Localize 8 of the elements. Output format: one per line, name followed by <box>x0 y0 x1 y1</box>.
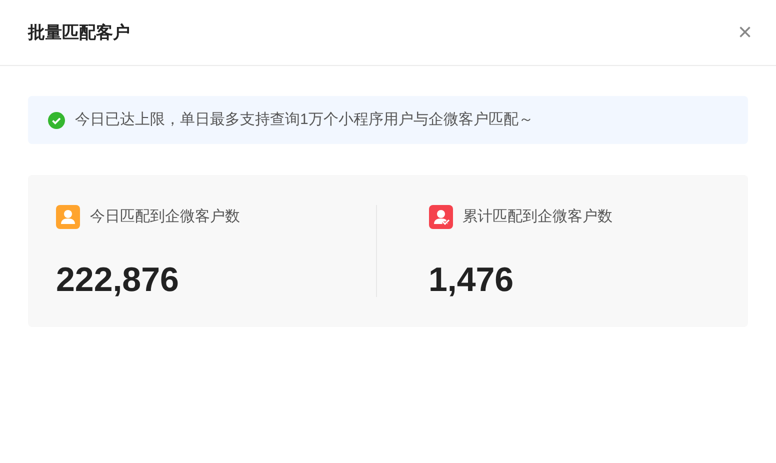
close-button[interactable]: × <box>738 20 752 44</box>
notice-text: 今日已达上限，单日最多支持查询1万个小程序用户与企微客户匹配～ <box>75 110 534 130</box>
stat-value: 222,876 <box>56 263 180 297</box>
stat-value: 1,476 <box>428 263 515 297</box>
dialog-title: 批量匹配客户 <box>28 22 130 44</box>
check-circle-icon <box>48 112 65 128</box>
stat-label: 今日匹配到企微客户数 <box>90 206 240 227</box>
stat-label: 累计匹配到企微客户数 <box>462 206 612 227</box>
